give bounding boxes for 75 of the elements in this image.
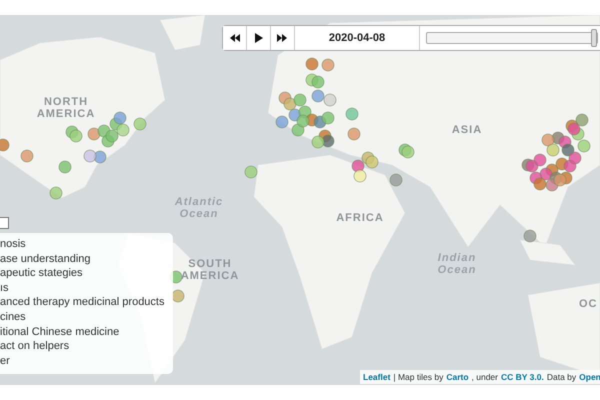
legend-item[interactable]: cines (0, 310, 169, 325)
legend-item[interactable]: itional Chinese medicine (0, 324, 169, 340)
map-marker[interactable] (50, 186, 62, 200)
map-marker[interactable] (348, 128, 360, 140)
map-marker[interactable] (524, 230, 536, 242)
map-marker[interactable] (578, 140, 590, 152)
legend-item[interactable]: apeutic stategies (0, 266, 169, 281)
map-marker[interactable] (292, 124, 304, 136)
attribution-text: Data by (546, 372, 576, 382)
map-label: ASIA (450, 124, 484, 136)
map-marker[interactable] (542, 134, 554, 146)
map-marker[interactable] (568, 122, 580, 136)
map-marker[interactable] (58, 160, 72, 174)
map-marker[interactable] (294, 94, 306, 106)
map-marker[interactable] (116, 124, 130, 136)
map-marker[interactable] (322, 58, 334, 72)
fast-forward-icon (277, 33, 288, 43)
map-marker[interactable] (20, 150, 34, 162)
map-marker[interactable] (568, 152, 582, 164)
map-marker[interactable] (322, 112, 334, 124)
map-marker[interactable] (244, 166, 258, 178)
map-marker[interactable] (312, 90, 324, 102)
map-marker[interactable] (70, 130, 82, 142)
date-label: 2020-04-08 (295, 26, 420, 50)
legend-toggle[interactable] (0, 217, 9, 229)
legend-item[interactable]: anced therapy medicinal products (0, 295, 169, 310)
map-marker[interactable] (366, 156, 378, 168)
legend-item[interactable]: er (0, 354, 169, 368)
slider-handle[interactable] (591, 29, 597, 47)
map-marker[interactable] (322, 134, 334, 148)
map-label: Atlantic Ocean (174, 196, 224, 220)
map-marker[interactable] (106, 130, 118, 142)
map-marker[interactable] (562, 144, 574, 156)
map-marker[interactable] (88, 128, 100, 140)
map-marker[interactable] (172, 290, 184, 302)
map-marker[interactable] (134, 118, 146, 130)
attribution-text: | Map tiles by (393, 372, 444, 382)
rewind-icon (229, 33, 240, 43)
map-marker[interactable] (114, 112, 126, 124)
map-marker[interactable] (312, 76, 324, 88)
map-marker[interactable] (554, 174, 566, 186)
map-marker[interactable] (354, 170, 366, 182)
attribution-link[interactable]: Leaflet (363, 372, 390, 382)
map-marker[interactable] (84, 150, 96, 162)
map-marker[interactable] (306, 58, 318, 70)
rewind-button[interactable] (223, 26, 247, 50)
map-label: AFRICA (335, 212, 385, 224)
map-marker[interactable] (276, 116, 288, 128)
legend-item[interactable]: ase understanding (0, 252, 169, 266)
map-marker[interactable] (534, 178, 546, 190)
map-marker[interactable] (324, 94, 336, 106)
map-marker[interactable] (576, 114, 588, 126)
map-label: NORTH AMERICA (36, 96, 96, 120)
map-marker[interactable] (402, 146, 414, 158)
attribution-text: , under (472, 372, 498, 382)
map-marker[interactable] (546, 144, 560, 156)
map-marker[interactable] (94, 150, 106, 164)
legend-item[interactable]: nosis (0, 237, 169, 252)
map-label: OC (579, 298, 598, 310)
map-marker[interactable] (312, 136, 324, 148)
time-slider[interactable] (426, 32, 598, 44)
map-marker[interactable] (534, 154, 546, 166)
attribution-link[interactable]: Carto (446, 372, 469, 382)
map-marker[interactable] (352, 160, 364, 172)
map-marker[interactable] (346, 108, 358, 120)
play-icon (253, 33, 264, 43)
map-marker[interactable] (0, 138, 10, 152)
map-marker[interactable] (296, 114, 310, 128)
legend-item[interactable]: act on helpers (0, 339, 169, 354)
map-marker[interactable] (284, 98, 296, 110)
map-marker[interactable] (390, 174, 402, 186)
map-label: Indian Ocean (436, 252, 478, 276)
legend-item[interactable]: ıs (0, 280, 169, 296)
attribution-link[interactable]: Open (579, 372, 600, 382)
attribution-link[interactable]: CC BY 3.0. (501, 372, 544, 382)
